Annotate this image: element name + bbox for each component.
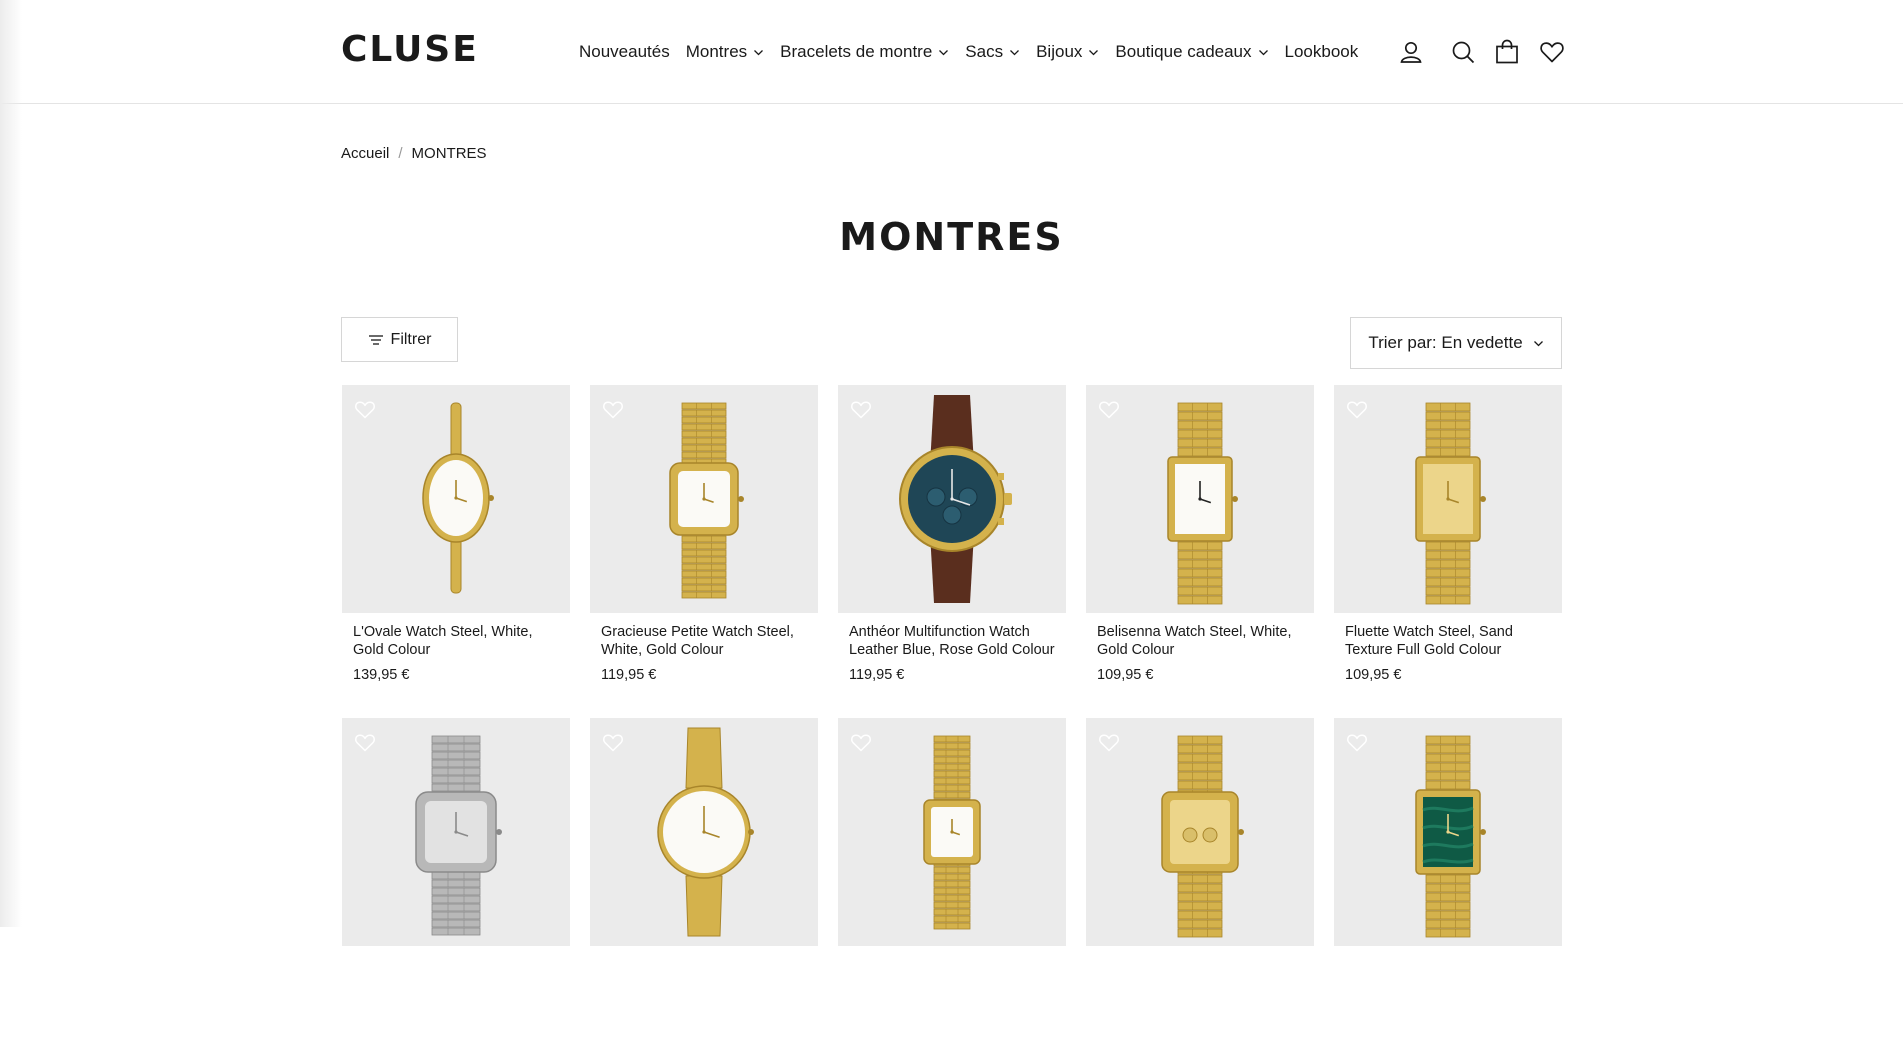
product-image <box>590 718 818 946</box>
product-image <box>342 385 570 613</box>
nav-item-label: Boutique cadeaux <box>1115 42 1252 61</box>
sort-select[interactable]: Trier par: En vedette <box>1350 317 1562 369</box>
product-card[interactable] <box>342 718 570 1051</box>
product-image <box>838 718 1066 946</box>
product-price: 119,95 € <box>849 667 905 683</box>
nav-item-label: Bracelets de montre <box>780 42 933 61</box>
product-name[interactable] <box>601 956 807 992</box>
product-price: 109,95 € <box>1097 667 1154 683</box>
watch-image <box>1415 402 1486 605</box>
filter-icon <box>368 334 383 345</box>
product-card[interactable]: Fluette Watch Steel, Sand Texture Full G… <box>1334 385 1562 718</box>
product-price: 119,95 € <box>601 667 657 683</box>
chevron-down-icon <box>1010 49 1020 55</box>
nav-item-label: Sacs <box>965 42 1004 61</box>
main-nav: Nouveautés Montres Bracelets de montre S… <box>579 40 1374 64</box>
watch-image <box>1415 735 1486 938</box>
breadcrumb-home-link[interactable]: Accueil <box>341 145 389 162</box>
product-image <box>1334 718 1562 946</box>
wishlist-heart-icon[interactable] <box>1346 732 1368 752</box>
filter-button[interactable]: Filtrer <box>341 317 458 362</box>
wishlist-heart-icon[interactable] <box>354 732 376 752</box>
wishlist-button[interactable] <box>1536 36 1568 68</box>
product-price: 139,95 € <box>353 667 410 683</box>
nav-item-bracelets[interactable]: Bracelets de montre <box>780 42 949 62</box>
chevron-down-icon <box>1533 340 1543 346</box>
filter-label: Filtrer <box>390 330 432 348</box>
product-card[interactable] <box>1334 718 1562 1051</box>
nav-item-label: Montres <box>685 42 748 61</box>
product-card[interactable]: L'Ovale Watch Steel, White, Gold Colour … <box>342 385 570 718</box>
logo[interactable]: CLUSE <box>341 30 479 70</box>
product-image <box>1086 718 1314 946</box>
watch-image <box>415 735 502 936</box>
nav-item-boutique-cadeaux[interactable]: Boutique cadeaux <box>1115 42 1268 62</box>
nav-item-sacs[interactable]: Sacs <box>965 42 1020 62</box>
sort-label: Trier par: En vedette <box>1368 333 1523 352</box>
product-image <box>590 385 818 613</box>
cart-icon <box>1496 39 1518 64</box>
product-name[interactable] <box>1097 956 1303 992</box>
page-title: MONTRES <box>839 215 1064 259</box>
nav-item-lookbook[interactable]: Lookbook <box>1285 42 1359 62</box>
wishlist-heart-icon[interactable] <box>1098 399 1120 419</box>
breadcrumb: Accueil / MONTRES <box>341 145 487 162</box>
search-button[interactable] <box>1447 36 1479 68</box>
product-card[interactable] <box>1086 718 1314 1051</box>
watch-image <box>1167 402 1238 605</box>
cart-button[interactable] <box>1491 36 1523 68</box>
chevron-down-icon <box>939 49 949 55</box>
page-left-shadow <box>0 0 22 927</box>
watch-image <box>899 395 1012 603</box>
account-icon <box>1400 41 1422 63</box>
nav-item-label: Bijoux <box>1036 42 1083 61</box>
breadcrumb-current: MONTRES <box>411 145 487 162</box>
product-card[interactable]: Belisenna Watch Steel, White, Gold Colou… <box>1086 385 1314 718</box>
product-image <box>342 718 570 946</box>
wishlist-heart-icon[interactable] <box>602 732 624 752</box>
nav-item-nouveautes[interactable]: Nouveautés <box>579 42 670 62</box>
header-icons <box>1395 36 1568 68</box>
wishlist-heart-icon[interactable] <box>1346 399 1368 419</box>
product-name[interactable]: Gracieuse Petite Watch Steel, White, Gol… <box>601 623 807 659</box>
account-button[interactable] <box>1395 36 1427 68</box>
product-name[interactable]: Anthéor Multifunction Watch Leather Blue… <box>849 623 1055 659</box>
product-card[interactable]: Gracieuse Petite Watch Steel, White, Gol… <box>590 385 818 718</box>
watch-image <box>422 402 494 594</box>
product-name[interactable]: Fluette Watch Steel, Sand Texture Full G… <box>1345 623 1551 659</box>
product-name[interactable] <box>1345 956 1551 992</box>
chevron-down-icon <box>1258 49 1268 55</box>
wishlist-heart-icon[interactable] <box>354 399 376 419</box>
watch-image <box>657 727 754 937</box>
search-icon <box>1452 41 1475 64</box>
chevron-down-icon <box>754 49 764 55</box>
nav-item-montres[interactable]: Montres <box>686 42 764 62</box>
product-grid: L'Ovale Watch Steel, White, Gold Colour … <box>342 385 1562 1051</box>
nav-item-label: Lookbook <box>1284 42 1359 61</box>
wishlist-heart-icon[interactable] <box>850 732 872 752</box>
wishlist-heart-icon[interactable] <box>850 399 872 419</box>
product-card[interactable] <box>590 718 818 1051</box>
product-name[interactable] <box>353 956 559 992</box>
watch-image <box>669 402 744 599</box>
product-image <box>1334 385 1562 613</box>
breadcrumb-separator: / <box>398 145 403 162</box>
product-image <box>838 385 1066 613</box>
chevron-down-icon <box>1089 49 1099 55</box>
product-name[interactable]: L'Ovale Watch Steel, White, Gold Colour <box>353 623 559 659</box>
wishlist-heart-icon[interactable] <box>1098 732 1120 752</box>
wishlist-icon <box>1540 42 1564 63</box>
product-card[interactable] <box>838 718 1066 1051</box>
watch-image <box>1161 735 1244 938</box>
nav-item-bijoux[interactable]: Bijoux <box>1036 42 1099 62</box>
site-header: CLUSE Nouveautés Montres Bracelets de mo… <box>0 0 1903 104</box>
product-name[interactable] <box>849 956 1055 992</box>
product-name[interactable]: Belisenna Watch Steel, White, Gold Colou… <box>1097 623 1303 659</box>
product-card[interactable]: Anthéor Multifunction Watch Leather Blue… <box>838 385 1066 718</box>
wishlist-heart-icon[interactable] <box>602 399 624 419</box>
product-image <box>1086 385 1314 613</box>
watch-image <box>923 735 981 930</box>
nav-item-label: Nouveautés <box>579 42 670 61</box>
product-price: 109,95 € <box>1345 667 1402 683</box>
